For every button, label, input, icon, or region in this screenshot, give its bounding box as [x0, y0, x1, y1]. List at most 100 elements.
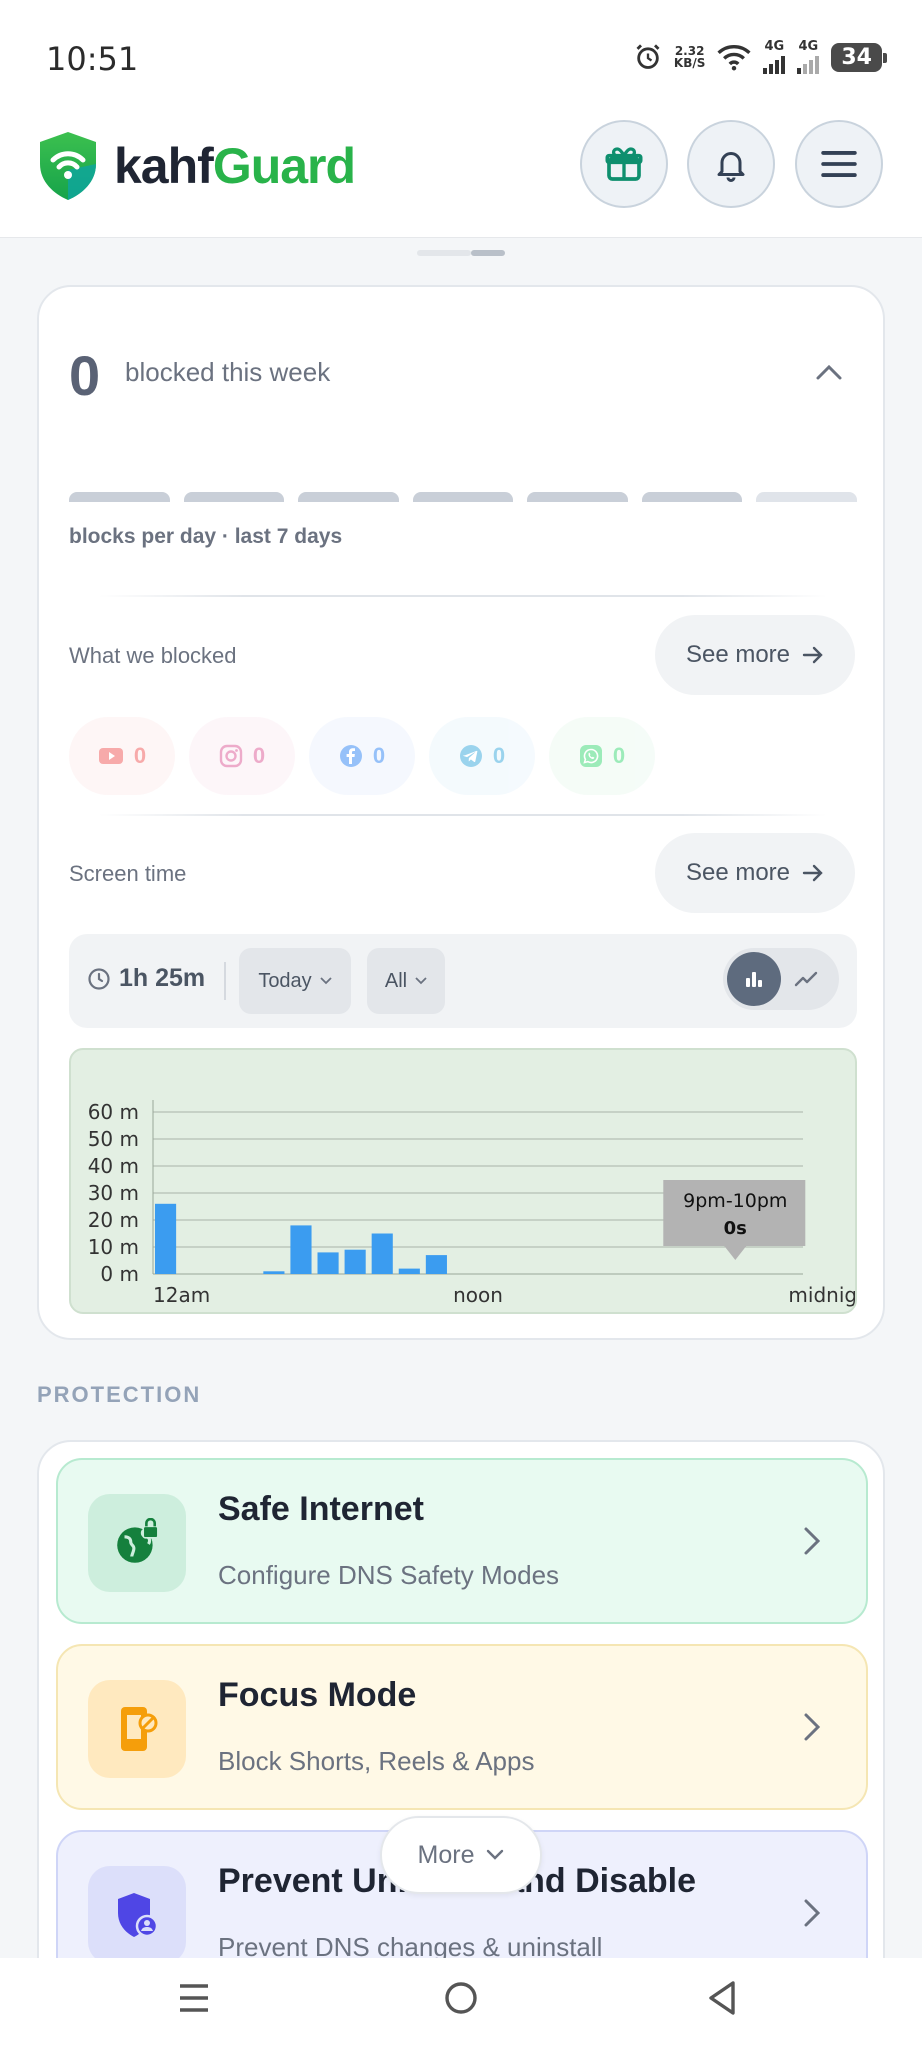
menu-button[interactable]: [795, 120, 883, 208]
bar: [290, 1225, 312, 1274]
y-tick-label: 30 m: [88, 1181, 139, 1205]
phone-block-icon: [121, 1707, 158, 1751]
day-bar: [298, 492, 399, 502]
notifications-button[interactable]: [687, 120, 775, 208]
period-dropdown[interactable]: Today: [239, 948, 351, 1014]
chevron-down-icon: [487, 1849, 504, 1860]
screen-time-see-more-button[interactable]: See more: [655, 833, 855, 913]
safe-internet-title: Safe Internet: [218, 1490, 424, 1528]
y-tick-label: 50 m: [88, 1127, 139, 1151]
day-bar: [183, 492, 285, 502]
bar-chart-toggle[interactable]: [727, 952, 781, 1006]
tooltip-value: 0s: [724, 1218, 747, 1239]
focus-mode-subtitle: Block Shorts, Reels & Apps: [218, 1746, 535, 1776]
day-bar: [412, 492, 514, 502]
screen-time-label: Screen time: [69, 861, 187, 886]
youtube-chip[interactable]: 0: [69, 717, 175, 795]
total-screen-time: 1h 25m: [87, 964, 205, 993]
what-we-blocked-label: What we blocked: [69, 643, 237, 668]
instagram-icon: [219, 744, 243, 768]
whatsapp-icon: [579, 745, 602, 767]
brand-guard: Guard: [212, 138, 356, 194]
blocked-see-more-button[interactable]: See more: [655, 615, 855, 695]
back-icon[interactable]: [706, 1980, 738, 2016]
facebook-chip[interactable]: 0: [309, 717, 415, 795]
facebook-icon: [339, 745, 362, 767]
bar: [344, 1249, 366, 1274]
system-navigation-bar: [0, 1958, 922, 2048]
brand-logo[interactable]: kahfGuard: [36, 130, 356, 202]
bar: [371, 1233, 393, 1274]
blocked-apps-list: 0 0 0 0 0: [69, 717, 655, 795]
menu-icon: [821, 151, 857, 177]
total-time-value: 1h 25m: [119, 964, 206, 992]
period-value: Today: [258, 969, 312, 992]
bar: [155, 1203, 177, 1274]
chevron-right-icon: [804, 1713, 821, 1741]
signal-bars-weak-icon: [797, 54, 820, 74]
chevron-up-icon[interactable]: [815, 363, 843, 381]
divider: [99, 595, 827, 597]
whatsapp-count: 0: [612, 743, 626, 768]
weekly-summary-card: 0 blocked this week blocks per day · las…: [37, 285, 885, 1340]
focus-mode-item[interactable]: Focus Mode Block Shorts, Reels & Apps: [56, 1644, 868, 1810]
home-icon[interactable]: [443, 1980, 479, 2016]
youtube-icon: [98, 748, 123, 764]
protection-card: Safe Internet Configure DNS Safety Modes…: [37, 1440, 885, 2048]
blocks-chart-caption: blocks per day · last 7 days: [69, 525, 343, 548]
blocked-count: 0: [69, 344, 101, 407]
y-tick-label: 0 m: [100, 1262, 139, 1286]
see-more-label: See more: [685, 859, 791, 886]
screen-time-chart-svg: 0 m 10 m 20 m 30 m 40 m 50 m 60 m 12am noon midni…: [88, 1100, 855, 1307]
arrow-right-icon: [802, 864, 823, 882]
filter-dropdown[interactable]: All: [367, 948, 445, 1014]
chevron-right-icon: [804, 1527, 821, 1555]
chevron-down-icon: [415, 977, 427, 985]
whatsapp-chip[interactable]: 0: [549, 717, 655, 795]
battery-indicator: 34: [831, 42, 887, 72]
safe-internet-item[interactable]: Safe Internet Configure DNS Safety Modes: [56, 1458, 868, 1624]
arrow-right-icon: [802, 646, 823, 664]
bar: [398, 1268, 420, 1274]
shield-user-icon: [118, 1893, 159, 1938]
globe-lock-icon: [117, 1518, 159, 1563]
youtube-count: 0: [133, 743, 147, 768]
gift-icon: [605, 147, 643, 181]
safe-internet-icon-box: [88, 1494, 186, 1592]
day-bar: [69, 492, 170, 502]
instagram-chip[interactable]: 0: [189, 717, 295, 795]
day-bar: [527, 492, 628, 502]
telegram-icon: [459, 745, 482, 767]
signal-1: 4G: [763, 40, 786, 74]
focus-mode-icon-box: [88, 1680, 186, 1778]
shield-wifi-icon: [40, 132, 96, 200]
recents-icon[interactable]: [178, 1980, 210, 2016]
instagram-count: 0: [252, 743, 266, 768]
tooltip-range: 9pm-10pm: [683, 1190, 787, 1212]
wifi-icon: [717, 45, 751, 71]
chart-type-toggle[interactable]: [723, 948, 839, 1010]
telegram-count: 0: [492, 743, 506, 768]
more-label: More: [417, 1840, 475, 1869]
scroll-handle[interactable]: [417, 250, 505, 256]
line-chart-toggle[interactable]: [781, 952, 831, 1006]
filter-value: All: [384, 969, 408, 992]
signal-bars-icon: [763, 54, 786, 74]
bell-icon: [717, 152, 745, 182]
day-bar: [641, 492, 743, 502]
status-icons: 2.32 KB/S 4G 4G 34: [634, 40, 887, 74]
telegram-chip[interactable]: 0: [429, 717, 535, 795]
speed-unit: KB/S: [673, 56, 706, 70]
focus-mode-title: Focus Mode: [218, 1676, 417, 1714]
y-tick-label: 10 m: [88, 1235, 139, 1259]
clock-icon: [88, 967, 110, 990]
network-speed: 2.32 KB/S: [674, 45, 705, 69]
prevent-uninstall-icon-box: [88, 1866, 186, 1964]
bar-chart-icon: [746, 972, 762, 987]
signal-2: 4G: [797, 40, 820, 74]
tooltip-pointer: [724, 1246, 747, 1260]
brand-kahf: kahf: [114, 138, 214, 194]
more-button[interactable]: More: [380, 1816, 542, 1894]
gift-button[interactable]: [580, 120, 668, 208]
chevron-right-icon: [804, 1899, 821, 1927]
